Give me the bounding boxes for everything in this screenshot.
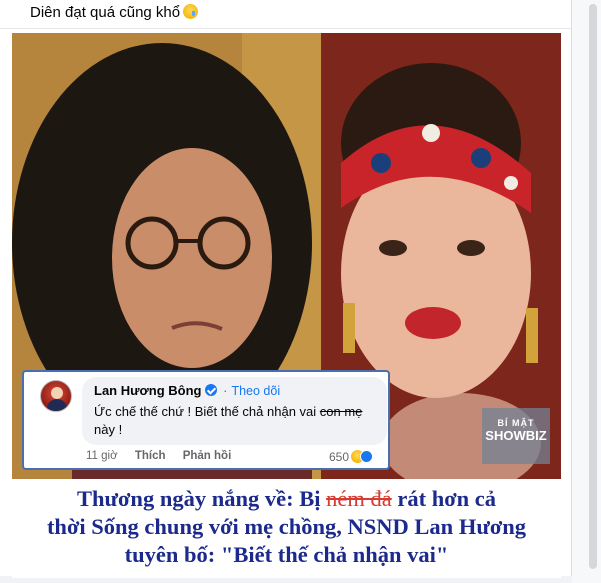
comment-bubble: Lan Hương Bông · Theo dõi Ức chế thế chứ … xyxy=(82,377,387,445)
follow-link: Theo dõi xyxy=(231,384,281,398)
verified-badge-icon xyxy=(205,384,218,396)
comment-text: Ức chế thế chứ ! Biết thế chả nhận vai c… xyxy=(94,403,379,439)
watermark-line2: SHOWBIZ xyxy=(485,428,547,443)
comment-reactions: 650 xyxy=(329,450,374,464)
divider xyxy=(0,28,571,29)
comment-reply-action: Phản hồi xyxy=(182,450,232,462)
like-reaction-icon xyxy=(360,450,374,463)
comment-author-line: Lan Hương Bông · Theo dõi xyxy=(94,383,280,398)
post-image[interactable]: Lan Hương Bông · Theo dõi Ức chế thế chứ … xyxy=(12,33,561,578)
post-caption: Diên đạt quá cũng khổ xyxy=(30,4,199,22)
comment-text-struck: con mẹ xyxy=(319,404,363,419)
watermark-line1: BÍ MẬT xyxy=(497,418,535,428)
image-headline: Thương ngày nắng về: Bị ném đá rát hơn c… xyxy=(12,485,561,569)
post-card: Diên đạt quá cũng khổ Lan Hương Bông · T… xyxy=(0,0,572,578)
reaction-count: 650 xyxy=(329,450,350,464)
facebook-comment-screenshot: Lan Hương Bông · Theo dõi Ức chế thế chứ … xyxy=(22,370,390,470)
sad-tear-emoji-icon xyxy=(183,4,199,19)
comment-time: 11 giờ xyxy=(86,450,118,462)
headline-part2: rát hơn cả xyxy=(391,486,497,511)
comment-like-action: Thích xyxy=(134,450,166,462)
headline-part1: Thương ngày nắng về: Bị xyxy=(76,486,327,511)
headline-line3: tuyên bố: "Biết thế chả nhận vai" xyxy=(124,542,449,567)
commenter-avatar xyxy=(40,380,72,412)
comment-text-part1: Ức chế thế chứ ! Biết thế chả nhận vai xyxy=(94,404,320,419)
headline-struck: ném đá xyxy=(326,486,392,511)
scrollbar-thumb[interactable] xyxy=(589,4,597,569)
post-caption-text: Diên đạt quá cũng khổ xyxy=(30,4,181,21)
headline-line1: Thương ngày nắng về: Bị ném đá rát hơn c… xyxy=(12,485,561,513)
comment-actions: 11 giờ Thích Phản hồi xyxy=(86,450,245,462)
comment-author-name: Lan Hương Bông xyxy=(94,383,202,398)
comment-separator: · xyxy=(223,383,228,398)
showbiz-watermark: BÍ MẬT SHOWBIZ xyxy=(482,408,550,464)
comment-text-part2: này ! xyxy=(94,422,123,437)
headline-line2: thời Sống chung với mẹ chồng, NSND Lan H… xyxy=(46,514,527,539)
